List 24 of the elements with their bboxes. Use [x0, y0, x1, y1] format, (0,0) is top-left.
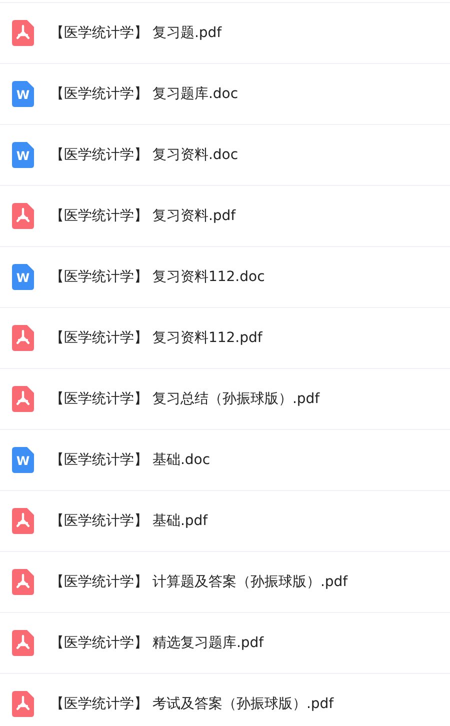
- file-name-link[interactable]: 【医学统计学】 复习资料.pdf: [50, 206, 236, 226]
- pdf-file-icon: [12, 20, 34, 46]
- file-name-link[interactable]: 【医学统计学】 复习资料.doc: [50, 144, 238, 166]
- file-name-link[interactable]: 【医学统计学】 精选复习题库.pdf: [50, 632, 264, 654]
- word-file-icon: W: [12, 447, 34, 473]
- file-name-link[interactable]: 【医学统计学】 复习资料112.doc: [50, 266, 265, 288]
- pdf-file-icon: [12, 386, 34, 412]
- word-file-icon: W: [12, 81, 34, 107]
- file-name-link[interactable]: 【医学统计学】 计算题及答案（孙振球版）.pdf: [50, 572, 348, 592]
- word-file-icon: W: [12, 142, 34, 168]
- pdf-file-icon: [12, 691, 34, 717]
- pdf-file-icon: [12, 630, 34, 656]
- pdf-file-icon: [12, 203, 34, 229]
- file-name-link[interactable]: 【医学统计学】 基础.doc: [50, 450, 210, 470]
- file-name-link[interactable]: 【医学统计学】 基础.pdf: [50, 510, 208, 532]
- file-name-link[interactable]: 【医学统计学】 复习资料112.pdf: [50, 328, 262, 348]
- pdf-file-icon: [12, 508, 34, 534]
- file-name-link[interactable]: 【医学统计学】 复习总结（孙振球版）.pdf: [50, 388, 320, 410]
- file-name-link[interactable]: 【医学统计学】 复习题.pdf: [50, 22, 222, 44]
- pdf-file-icon: [12, 325, 34, 351]
- file-name-link[interactable]: 【医学统计学】 考试及答案（孙振球版）.pdf: [50, 694, 334, 714]
- file-name-link[interactable]: 【医学统计学】 复习题库.doc: [50, 84, 238, 104]
- word-file-icon: W: [12, 264, 34, 290]
- pdf-file-icon: [12, 569, 34, 595]
